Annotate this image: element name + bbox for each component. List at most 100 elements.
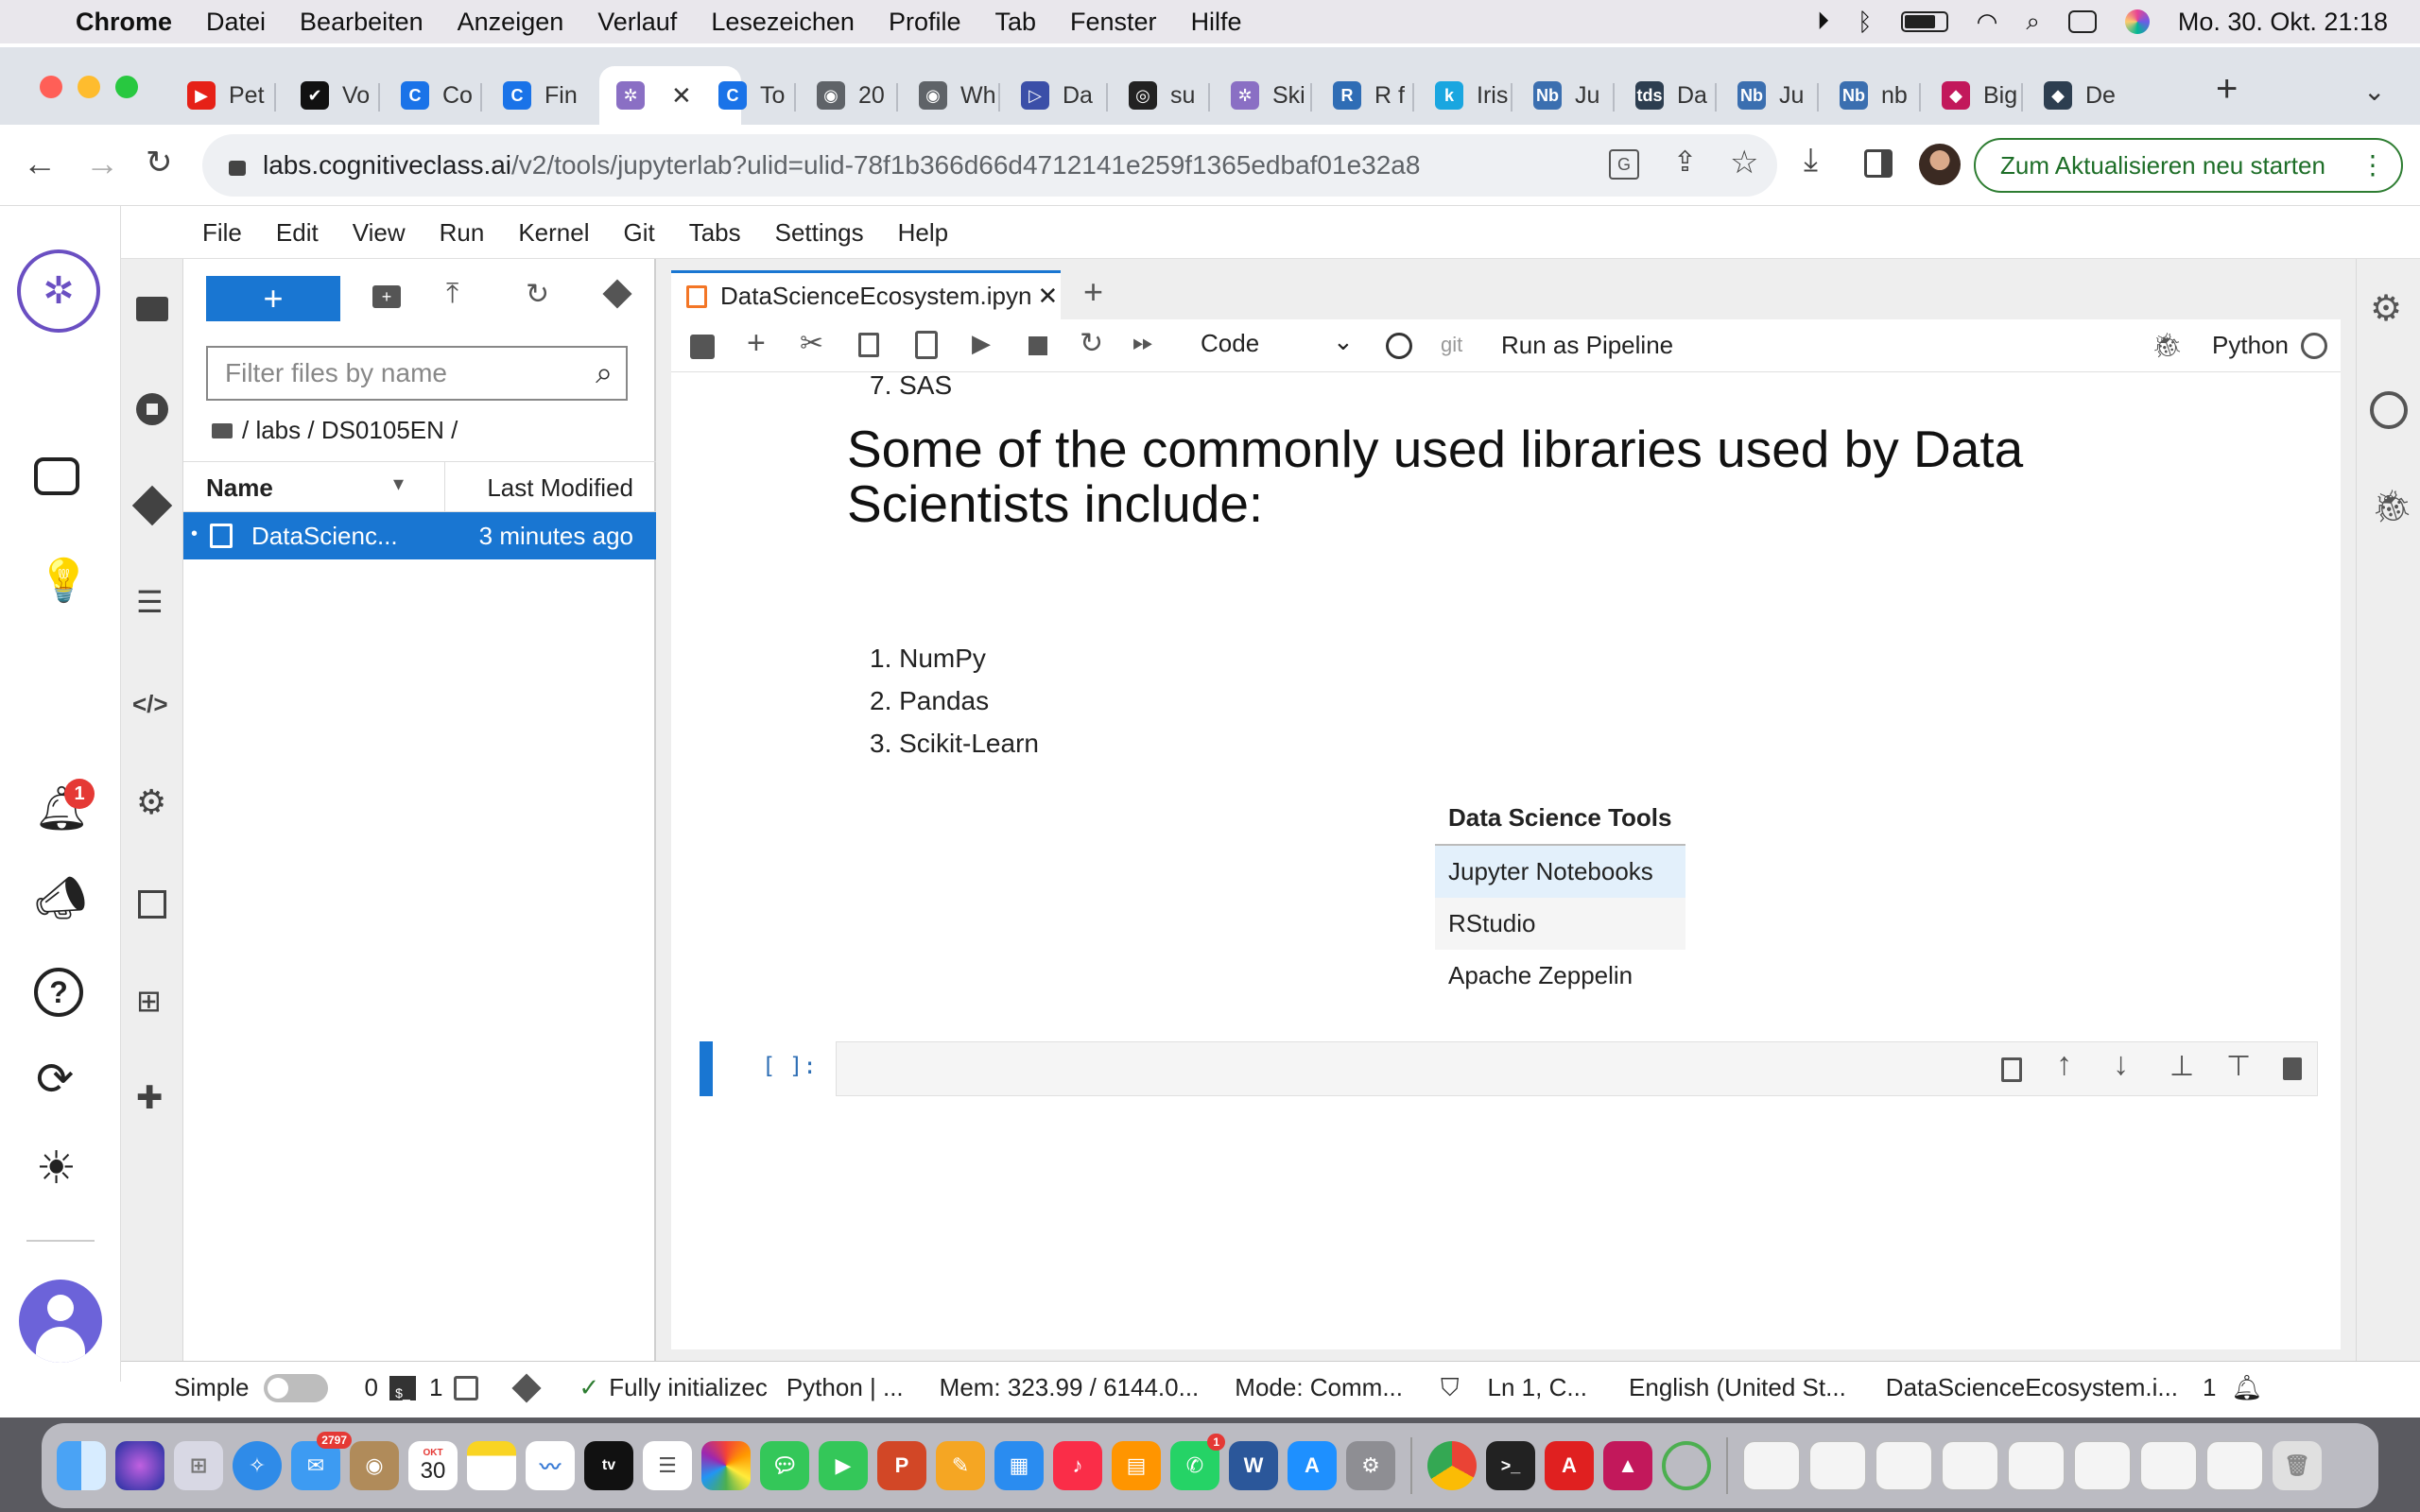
bookmark-star-icon[interactable]: ☆ <box>1730 144 1758 181</box>
battery-icon[interactable] <box>1900 11 1948 32</box>
pages-icon[interactable]: ✎ <box>936 1441 985 1490</box>
menubar-clock[interactable]: Mo. 30. Okt. 21:18 <box>2178 8 2388 37</box>
sync-icon[interactable]: ⟳ <box>36 1053 74 1106</box>
megaphone-icon[interactable]: 📣︎ <box>34 873 87 922</box>
siri-app-icon[interactable] <box>115 1441 164 1490</box>
launchpad-icon[interactable]: ⊞ <box>174 1441 223 1490</box>
delete-cell-icon[interactable] <box>2283 1057 2302 1080</box>
browser-tab[interactable]: Nb Ju <box>1720 66 1817 125</box>
new-launcher-tab-button[interactable]: + <box>1083 272 1103 312</box>
column-modified-header[interactable]: Last Modified <box>487 473 633 503</box>
contacts-icon[interactable]: ◉ <box>350 1441 399 1490</box>
menu-kernel[interactable]: Kernel <box>518 218 589 248</box>
facetime-icon[interactable]: ▶ <box>819 1441 868 1490</box>
zoom-window-button[interactable] <box>115 76 138 98</box>
refresh-icon[interactable]: ↻ <box>526 278 549 311</box>
breadcrumb[interactable]: / labs / DS0105EN / <box>242 416 458 445</box>
resource-usage-gauge-icon[interactable] <box>2370 391 2408 429</box>
word-icon[interactable]: W <box>1229 1441 1278 1490</box>
cursor-position[interactable]: Ln 1, C... <box>1488 1373 1588 1402</box>
menu-app-name[interactable]: Chrome <box>76 8 172 37</box>
init-status[interactable]: Fully initializec <box>609 1373 768 1402</box>
terminal-app-icon[interactable]: >_ <box>1486 1441 1535 1490</box>
minimized-window[interactable] <box>2074 1441 2131 1490</box>
menu-profile[interactable]: Profile <box>889 8 961 37</box>
profile-avatar[interactable] <box>1919 144 1961 185</box>
translate-icon[interactable]: G <box>1609 149 1639 180</box>
lightbulb-icon[interactable]: 💡 <box>38 556 90 605</box>
address-bar[interactable]: labs.cognitiveclass.ai/v2/tools/jupyterl… <box>202 134 1777 197</box>
new-launcher-button[interactable]: + <box>206 276 340 321</box>
git-status-icon[interactable] <box>511 1372 542 1403</box>
browser-tab[interactable]: ▶ Pet <box>170 66 274 125</box>
wifi-icon[interactable]: ◠ <box>1977 8 1998 37</box>
move-down-icon[interactable]: ↓ <box>2113 1046 2129 1083</box>
kernel-count[interactable]: 1 <box>429 1373 442 1402</box>
history-clock-icon[interactable] <box>1386 333 1412 359</box>
menu-bearbeiten[interactable]: Bearbeiten <box>300 8 424 37</box>
minimized-window[interactable] <box>2140 1441 2197 1490</box>
music-icon[interactable]: ♪ <box>1053 1441 1102 1490</box>
menu-lesezeichen[interactable]: Lesezeichen <box>711 8 855 37</box>
browser-tab[interactable]: ▷ Da <box>1004 66 1106 125</box>
git-icon[interactable] <box>131 485 173 526</box>
folder-icon[interactable] <box>136 297 168 321</box>
close-tab-icon[interactable]: ✕ <box>1037 282 1058 311</box>
simple-mode-toggle[interactable] <box>264 1373 329 1402</box>
terminal-icon[interactable]: $_ <box>389 1375 416 1400</box>
notification-count[interactable]: 1 <box>2203 1373 2216 1402</box>
breadcrumb-folder-icon[interactable] <box>212 423 233 438</box>
minimized-window[interactable] <box>2206 1441 2263 1490</box>
stop-icon[interactable] <box>1028 336 1047 355</box>
new-tab-button[interactable]: + <box>2216 68 2238 111</box>
column-name-header[interactable]: Name <box>206 473 273 503</box>
spotlight-search-icon[interactable]: ⌕ <box>2026 7 2040 37</box>
control-center-icon[interactable] <box>2067 10 2097 33</box>
browser-tab[interactable]: ✔ Vo <box>284 66 378 125</box>
share-icon[interactable]: ⇪ <box>1673 146 1697 179</box>
powerpoint-icon[interactable]: P <box>877 1441 926 1490</box>
chrome-icon[interactable] <box>1427 1441 1477 1490</box>
duplicate-cell-icon[interactable] <box>2001 1057 2022 1082</box>
browser-tab[interactable]: ◉ 20 <box>800 66 896 125</box>
calendar-icon[interactable]: OKT 30 <box>408 1441 458 1490</box>
browser-tab[interactable]: RR f <box>1316 66 1412 125</box>
kernel-status[interactable]: Python | ... <box>786 1373 904 1402</box>
apple-tv-icon[interactable]: tv <box>584 1441 633 1490</box>
photos-icon[interactable] <box>701 1441 751 1490</box>
browser-tab[interactable]: Nb nb <box>1823 66 1919 125</box>
file-row[interactable]: • DataScienc... 3 minutes ago <box>183 512 656 559</box>
kernel-name[interactable]: Python <box>2212 331 2289 360</box>
update-restart-button[interactable]: Zum Aktualisieren neu starten ⋮ <box>1974 138 2403 193</box>
close-tab-icon[interactable]: ✕ <box>671 81 692 111</box>
side-panel-icon[interactable] <box>1864 149 1893 178</box>
brightness-icon[interactable]: ☀ <box>36 1142 77 1194</box>
debugger-icon[interactable]: 🐞︎ <box>2372 488 2412 525</box>
sort-caret-icon[interactable]: ▾ <box>393 472 404 496</box>
code-cell-input[interactable]: ↑ ↓ ⊥ ⊤ <box>836 1041 2318 1096</box>
menu-anzeigen[interactable]: Anzeigen <box>458 8 564 37</box>
keynote-icon[interactable]: ▦ <box>994 1441 1044 1490</box>
browser-tab[interactable]: C Fin <box>486 66 577 125</box>
menu-file[interactable]: File <box>202 218 242 248</box>
extension-dashboard-icon[interactable] <box>138 890 166 919</box>
menu-fenster[interactable]: Fenster <box>1070 8 1157 37</box>
menu-verlauf[interactable]: Verlauf <box>597 8 677 37</box>
property-inspector-icon[interactable]: ⚙ <box>136 782 166 822</box>
browser-tab[interactable]: ✲ Ski <box>1214 66 1310 125</box>
insert-cell-icon[interactable]: + <box>747 325 766 362</box>
run-as-pipeline-button[interactable]: Run as Pipeline <box>1501 331 1673 360</box>
property-inspector-gears-icon[interactable]: ⚙ <box>2370 287 2402 330</box>
acrobat-icon[interactable]: A <box>1545 1441 1594 1490</box>
browser-tab[interactable]: ◉ Wh <box>902 66 998 125</box>
menu-edit[interactable]: Edit <box>276 218 319 248</box>
new-folder-icon[interactable]: + <box>372 285 401 308</box>
menu-git[interactable]: Git <box>623 218 654 248</box>
notes-icon[interactable] <box>467 1441 516 1490</box>
browser-tab[interactable]: ◆ Big <box>1925 66 2021 125</box>
cell-type-select[interactable]: Code ⌄ <box>1201 327 1361 358</box>
reload-icon[interactable]: ↻ <box>146 144 173 181</box>
browser-tab[interactable]: C Co <box>384 66 480 125</box>
browser-tab[interactable]: C To <box>701 66 794 125</box>
fast-forward-icon[interactable]: ⏩︎ <box>1132 327 1153 358</box>
